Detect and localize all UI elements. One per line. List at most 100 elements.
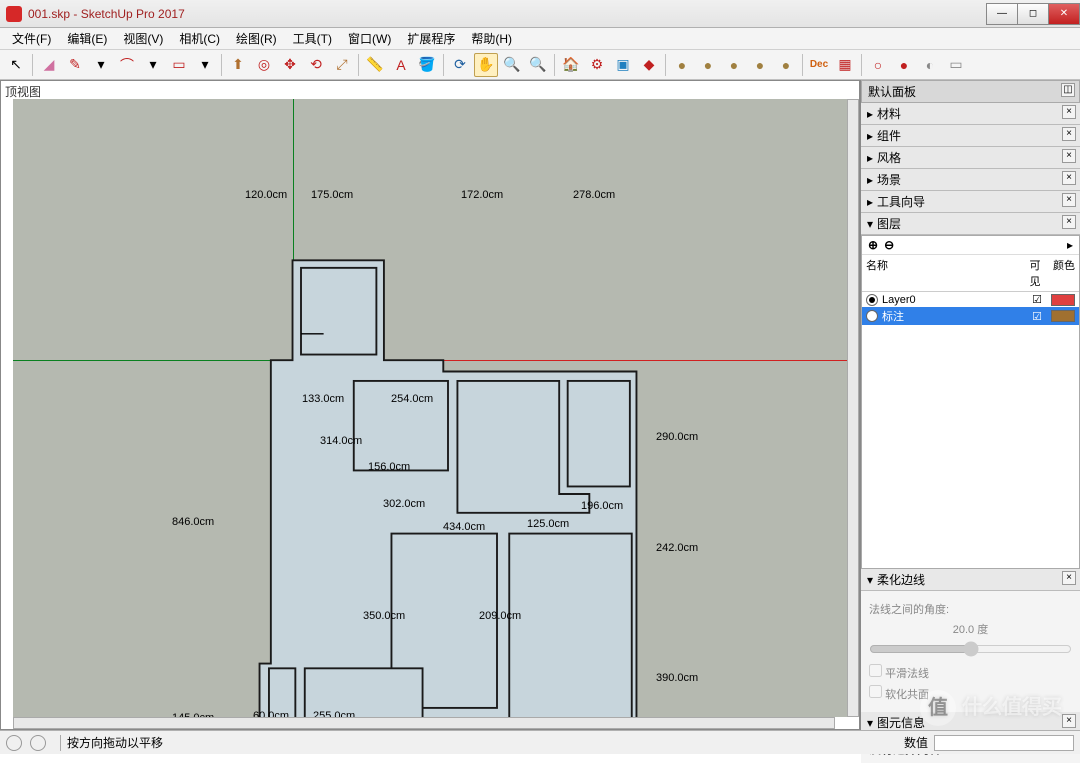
orbit-tool-icon[interactable]: ⟳ bbox=[448, 53, 472, 77]
menu-draw[interactable]: 绘图(R) bbox=[228, 28, 285, 49]
maximize-button[interactable]: ◻ bbox=[1017, 3, 1049, 25]
shade-wire-icon[interactable]: ● bbox=[670, 53, 694, 77]
section-close-icon[interactable]: × bbox=[1062, 193, 1076, 207]
misc2-icon[interactable]: ▭ bbox=[944, 53, 968, 77]
section-materials[interactable]: ▸材料× bbox=[861, 103, 1080, 125]
menu-help[interactable]: 帮助(H) bbox=[463, 28, 520, 49]
vertical-scrollbar[interactable] bbox=[847, 99, 859, 717]
layer-visible-checkbox[interactable]: ☑ bbox=[1023, 310, 1051, 323]
layer-row[interactable]: 标注 ☑ bbox=[862, 307, 1079, 325]
soften-slider[interactable] bbox=[869, 641, 1072, 657]
layer-visible-checkbox[interactable]: ☑ bbox=[1023, 293, 1051, 306]
shade-hidden-icon[interactable]: ● bbox=[696, 53, 720, 77]
layers-menu-icon[interactable]: ▸ bbox=[1067, 238, 1073, 252]
status-hint: 按方向拖动以平移 bbox=[67, 734, 163, 751]
soften-coplanar-checkbox[interactable] bbox=[869, 685, 882, 698]
pencil-tool-icon[interactable]: ✎ bbox=[63, 53, 87, 77]
section-close-icon[interactable]: × bbox=[1062, 171, 1076, 185]
floor-plan bbox=[238, 249, 658, 717]
section-close-icon[interactable]: × bbox=[1062, 149, 1076, 163]
layers-col-name[interactable]: 名称 bbox=[862, 255, 1021, 291]
vcb-input[interactable] bbox=[934, 735, 1074, 751]
smooth-normals-checkbox[interactable] bbox=[869, 664, 882, 677]
tray-header[interactable]: 默认面板 ◫ bbox=[861, 80, 1080, 103]
minimize-button[interactable]: — bbox=[986, 3, 1018, 25]
shade-mono-icon[interactable]: ● bbox=[774, 53, 798, 77]
extension-icon[interactable]: ⚙ bbox=[585, 53, 609, 77]
dimension-label: 209.0cm bbox=[479, 610, 521, 622]
zoom-extents-icon[interactable]: 🔍 bbox=[526, 53, 550, 77]
section-close-icon[interactable]: × bbox=[1062, 215, 1076, 229]
section-components[interactable]: ▸组件× bbox=[861, 125, 1080, 147]
select-tool-icon[interactable]: ↖ bbox=[4, 53, 28, 77]
layer-name: Layer0 bbox=[882, 294, 1023, 306]
layer-radio-icon[interactable] bbox=[866, 310, 878, 322]
tray-pin-icon[interactable]: ◫ bbox=[1061, 83, 1075, 97]
paint-tool-icon[interactable]: 🪣 bbox=[415, 53, 439, 77]
rectangle-tool-icon[interactable]: ▭ bbox=[167, 53, 191, 77]
section-close-icon[interactable]: × bbox=[1062, 127, 1076, 141]
add-layer-icon[interactable]: ⊕ bbox=[868, 238, 878, 252]
menu-extensions[interactable]: 扩展程序 bbox=[399, 28, 463, 49]
window-title: 001.skp - SketchUp Pro 2017 bbox=[28, 7, 987, 21]
tray-panel: 默认面板 ◫ ▸材料× ▸组件× ▸风格× ▸场景× ▸工具向导× ▾图层× ⊕… bbox=[860, 80, 1080, 730]
menu-camera[interactable]: 相机(C) bbox=[171, 28, 228, 49]
section-close-icon[interactable]: × bbox=[1062, 105, 1076, 119]
arc-tool-icon[interactable]: ⌒ bbox=[115, 53, 139, 77]
dimension-label: 242.0cm bbox=[656, 542, 698, 554]
shade-textured-icon[interactable]: ● bbox=[748, 53, 772, 77]
geo-icon[interactable] bbox=[6, 735, 22, 751]
move-tool-icon[interactable]: ✥ bbox=[278, 53, 302, 77]
menu-view[interactable]: 视图(V) bbox=[115, 28, 171, 49]
layer-row[interactable]: Layer0 ☑ bbox=[862, 292, 1079, 307]
dropdown-icon[interactable]: ▾ bbox=[193, 53, 217, 77]
dimension-label: 156.0cm bbox=[368, 461, 410, 473]
credits-icon[interactable] bbox=[30, 735, 46, 751]
section-scenes[interactable]: ▸场景× bbox=[861, 169, 1080, 191]
dropdown-icon[interactable]: ▾ bbox=[89, 53, 113, 77]
remove-layer-icon[interactable]: ⊖ bbox=[884, 238, 894, 252]
misc-icon[interactable]: ◐ bbox=[918, 53, 942, 77]
circle-icon[interactable]: ○ bbox=[866, 53, 890, 77]
tape-tool-icon[interactable]: 📏 bbox=[363, 53, 387, 77]
section-close-icon[interactable]: × bbox=[1062, 571, 1076, 585]
section-instructor[interactable]: ▸工具向导× bbox=[861, 191, 1080, 213]
layers-col-visible[interactable]: 可见 bbox=[1021, 255, 1049, 291]
warehouse-icon[interactable]: 🏠 bbox=[559, 53, 583, 77]
filled-icon[interactable]: ● bbox=[892, 53, 916, 77]
section-close-icon[interactable]: × bbox=[1062, 714, 1076, 728]
offset-tool-icon[interactable]: ◎ bbox=[252, 53, 276, 77]
rotate-tool-icon[interactable]: ⟲ bbox=[304, 53, 328, 77]
layout-icon[interactable]: ▣ bbox=[611, 53, 635, 77]
layer-radio-icon[interactable] bbox=[866, 294, 878, 306]
viewport[interactable]: 120.0cm 175.0cm 172.0cm 278.0cm 846.0cm … bbox=[13, 99, 847, 717]
horizontal-scrollbar[interactable] bbox=[13, 717, 835, 729]
menu-edit[interactable]: 编辑(E) bbox=[59, 28, 115, 49]
menu-window[interactable]: 窗口(W) bbox=[340, 28, 399, 49]
layers-col-color[interactable]: 颜色 bbox=[1049, 255, 1079, 291]
brick-icon[interactable]: ▦ bbox=[833, 53, 857, 77]
text-tool-icon[interactable]: A bbox=[389, 53, 413, 77]
menu-tools[interactable]: 工具(T) bbox=[285, 28, 340, 49]
soften-angle-value: 20.0 bbox=[953, 624, 974, 636]
dropdown-icon[interactable]: ▾ bbox=[141, 53, 165, 77]
extension-mgr-icon[interactable]: ◆ bbox=[637, 53, 661, 77]
pushpull-tool-icon[interactable]: ⬆ bbox=[226, 53, 250, 77]
dimension-label: 255.0cm bbox=[313, 710, 355, 717]
layer-color-swatch[interactable] bbox=[1051, 294, 1075, 306]
shade-shaded-icon[interactable]: ● bbox=[722, 53, 746, 77]
view-title: 顶视图 bbox=[5, 83, 41, 100]
pan-tool-icon[interactable]: ✋ bbox=[474, 53, 498, 77]
dec-icon[interactable]: Dec bbox=[807, 53, 831, 77]
menu-file[interactable]: 文件(F) bbox=[4, 28, 59, 49]
scale-tool-icon[interactable]: ⤢ bbox=[330, 53, 354, 77]
dimension-label: 172.0cm bbox=[461, 189, 503, 201]
dimension-label: 290.0cm bbox=[656, 431, 698, 443]
section-soften[interactable]: ▾柔化边线× bbox=[861, 569, 1080, 591]
layer-color-swatch[interactable] bbox=[1051, 310, 1075, 322]
zoom-tool-icon[interactable]: 🔍 bbox=[500, 53, 524, 77]
close-button[interactable]: ✕ bbox=[1048, 3, 1080, 25]
section-styles[interactable]: ▸风格× bbox=[861, 147, 1080, 169]
section-layers[interactable]: ▾图层× bbox=[861, 213, 1080, 235]
eraser-tool-icon[interactable]: ◢ bbox=[37, 53, 61, 77]
